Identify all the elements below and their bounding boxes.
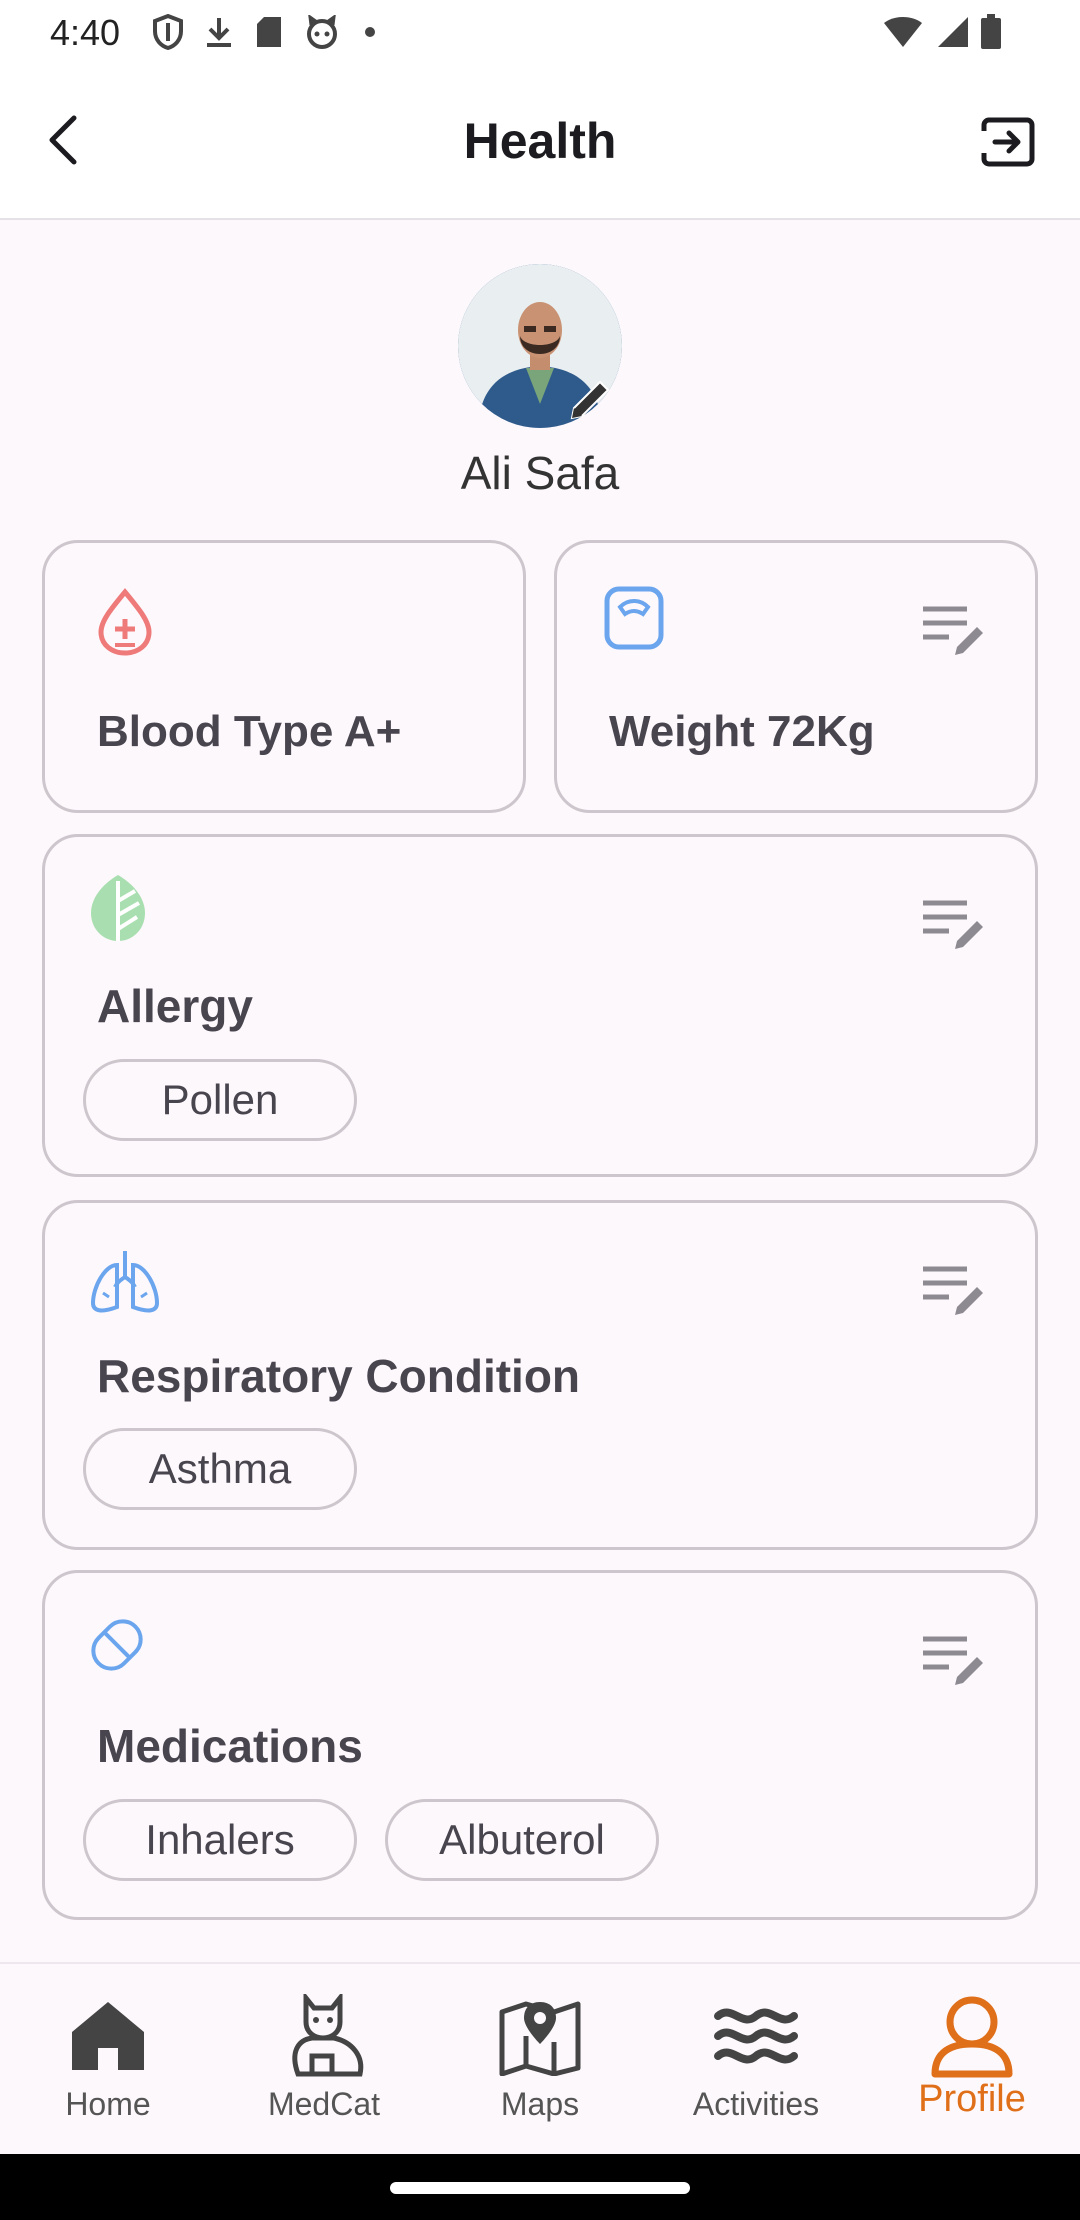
download-icon bbox=[207, 18, 231, 47]
edit-allergy-button[interactable] bbox=[919, 895, 989, 955]
blood-type-label: Blood Type A+ bbox=[97, 707, 402, 756]
wifi-icon bbox=[884, 17, 922, 47]
page-title: Health bbox=[463, 113, 617, 169]
map-icon bbox=[499, 2001, 581, 2076]
leaf-icon bbox=[91, 875, 145, 941]
nav-label: MedCat bbox=[267, 2086, 381, 2122]
medications-card[interactable]: Medications Inhalers Albuterol bbox=[42, 1570, 1038, 1920]
status-icons-left bbox=[152, 14, 380, 50]
shield-icon bbox=[153, 14, 183, 50]
medication-chip[interactable]: Albuterol bbox=[385, 1799, 659, 1881]
weight-card[interactable]: Weight 72Kg bbox=[554, 540, 1038, 813]
nav-label: Profile bbox=[918, 2078, 1026, 2120]
profile-name: Ali Safa bbox=[460, 447, 620, 499]
signal-icon bbox=[938, 17, 968, 47]
profile-header: Ali Safa bbox=[0, 220, 1080, 530]
bottom-navigation: Home MedCat Maps Activities Profile bbox=[0, 1962, 1080, 2154]
edit-respiratory-button[interactable] bbox=[919, 1261, 989, 1321]
blood-drop-icon bbox=[98, 588, 152, 656]
logout-button[interactable] bbox=[976, 110, 1040, 174]
nav-label: Home bbox=[65, 2086, 151, 2122]
person-icon bbox=[931, 1996, 1013, 2078]
edit-note-icon bbox=[923, 1636, 983, 1685]
nav-item-medcat[interactable]: MedCat bbox=[216, 1964, 432, 2154]
pencil-icon bbox=[570, 380, 610, 420]
status-time: 4:40 bbox=[50, 12, 121, 53]
waves-icon bbox=[714, 2008, 798, 2064]
allergy-title: Allergy bbox=[97, 980, 253, 1032]
home-gesture-handle[interactable] bbox=[390, 2182, 690, 2194]
edit-note-icon bbox=[923, 900, 983, 949]
edit-weight-button[interactable] bbox=[919, 601, 989, 661]
cat-icon bbox=[292, 1994, 364, 2077]
weight-label: Weight 72Kg bbox=[609, 707, 875, 756]
edit-medications-button[interactable] bbox=[919, 1631, 989, 1691]
edit-avatar-button[interactable] bbox=[560, 370, 620, 430]
logout-icon bbox=[981, 117, 1035, 167]
cat-face-icon bbox=[307, 15, 337, 49]
medications-chips: Inhalers Albuterol bbox=[83, 1799, 659, 1881]
gesture-bar bbox=[0, 2154, 1080, 2220]
nav-item-profile[interactable]: Profile bbox=[864, 1964, 1080, 2154]
edit-note-icon bbox=[923, 606, 983, 655]
medication-chip[interactable]: Inhalers bbox=[83, 1799, 357, 1881]
respiratory-card[interactable]: Respiratory Condition Asthma bbox=[42, 1200, 1038, 1550]
nav-item-home[interactable]: Home bbox=[0, 1964, 216, 2154]
nav-label: Maps bbox=[500, 2086, 580, 2122]
sd-card-icon bbox=[257, 17, 281, 47]
home-icon bbox=[72, 2002, 144, 2070]
respiratory-title: Respiratory Condition bbox=[97, 1350, 581, 1402]
medications-title: Medications bbox=[97, 1720, 363, 1772]
scale-icon bbox=[604, 586, 664, 650]
nav-item-maps[interactable]: Maps bbox=[432, 1964, 648, 2154]
respiratory-chip[interactable]: Asthma bbox=[83, 1428, 357, 1510]
nav-item-activities[interactable]: Activities bbox=[648, 1964, 864, 2154]
respiratory-chips: Asthma bbox=[83, 1428, 357, 1510]
status-bar: 4:40 bbox=[0, 0, 1080, 66]
battery-icon bbox=[981, 14, 1001, 49]
pill-icon bbox=[91, 1619, 143, 1671]
status-icons-right bbox=[882, 14, 1002, 50]
dot-icon bbox=[365, 27, 375, 37]
lungs-icon bbox=[90, 1251, 160, 1313]
app-bar: Health bbox=[0, 66, 1080, 220]
allergy-chip[interactable]: Pollen bbox=[83, 1059, 357, 1141]
nav-label: Activities bbox=[692, 2086, 820, 2122]
allergy-chips: Pollen bbox=[83, 1059, 357, 1141]
allergy-card[interactable]: Allergy Pollen bbox=[42, 834, 1038, 1177]
edit-note-icon bbox=[923, 1266, 983, 1315]
blood-type-card[interactable]: Blood Type A+ bbox=[42, 540, 526, 813]
